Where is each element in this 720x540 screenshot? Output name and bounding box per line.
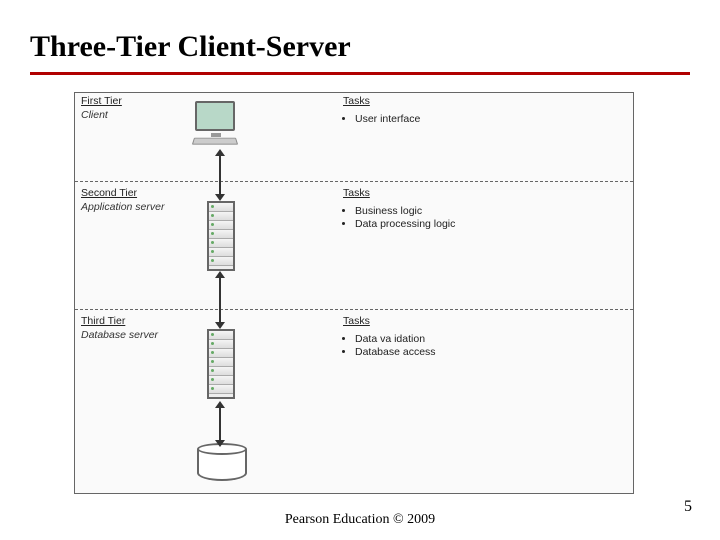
slide-title: Three-Tier Client-Server [0, 0, 720, 68]
tier-separator-2 [75, 309, 633, 310]
tier-3: Third Tier Database server Tasks Data va… [75, 313, 633, 435]
slide: Three-Tier Client-Server First Tier Clie… [0, 0, 720, 540]
arrow-tier2-tier3-icon [219, 277, 221, 323]
arrow-tier1-tier2-icon [219, 155, 221, 195]
task-item: Database access [355, 346, 436, 358]
task-item: Data va idation [355, 333, 436, 345]
tier-2-name: Second Tier [81, 187, 164, 199]
tier-2: Second Tier Application server Tasks Bus… [75, 185, 633, 307]
tier-1: First Tier Client Tasks User interface [75, 93, 633, 179]
tier-1-tasks-head: Tasks [343, 95, 370, 107]
tier-1-tasks: User interface [343, 113, 420, 126]
footer-copyright: Pearson Education © 2009 [0, 512, 720, 528]
tier-3-labels: Third Tier Database server [81, 315, 158, 341]
tier-separator-1 [75, 181, 633, 182]
database-icon [197, 443, 247, 487]
tier-3-name: Third Tier [81, 315, 158, 327]
tier-2-labels: Second Tier Application server [81, 187, 164, 213]
task-item: User interface [355, 113, 420, 125]
tier-2-role: Application server [81, 201, 164, 213]
tier-3-tasks-head: Tasks [343, 315, 370, 327]
diagram-frame: First Tier Client Tasks User interface S… [74, 92, 634, 494]
tier-2-tasks: Business logic Data processing logic [343, 205, 455, 231]
tier-1-role: Client [81, 109, 122, 121]
tier-3-role: Database server [81, 329, 158, 341]
tier-1-labels: First Tier Client [81, 95, 122, 121]
database-server-icon [207, 329, 235, 399]
task-item: Data processing logic [355, 218, 455, 230]
application-server-icon [207, 201, 235, 271]
title-underline [30, 72, 690, 75]
client-computer-icon [195, 101, 237, 145]
tier-3-tasks: Data va idation Database access [343, 333, 436, 359]
page-number: 5 [684, 498, 692, 516]
task-item: Business logic [355, 205, 455, 217]
tier-1-name: First Tier [81, 95, 122, 107]
arrow-tier3-db-icon [219, 407, 221, 441]
tier-2-tasks-head: Tasks [343, 187, 370, 199]
